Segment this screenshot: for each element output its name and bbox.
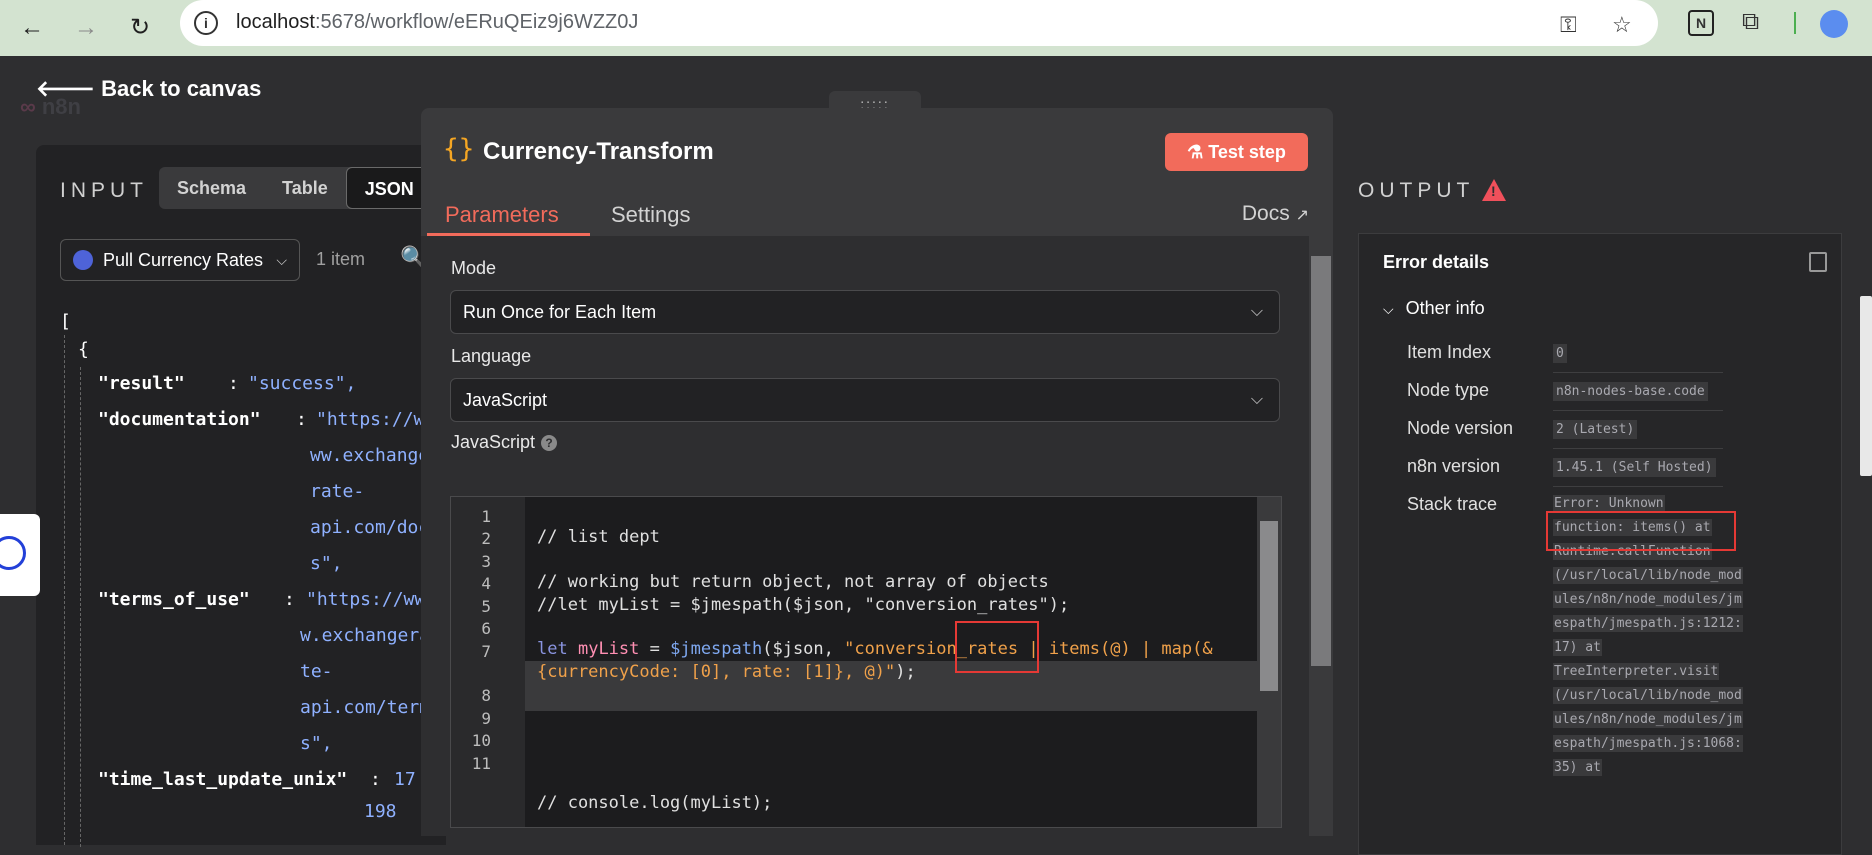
line-number: 9 (481, 709, 491, 728)
code-line: // working but return object, not array … (537, 572, 1049, 592)
language-value: JavaScript (463, 390, 548, 410)
reload-icon[interactable]: ↻ (122, 10, 158, 46)
editor-scrollbar[interactable] (1257, 497, 1281, 827)
input-panel: INPUT Schema Table JSON Pull Currency Ra… (36, 145, 446, 847)
output-panel: OUTPUT ! Error details ⌵ Other info Item … (1332, 145, 1872, 855)
error-details-box: Error details ⌵ Other info Item Index 0 N… (1358, 233, 1842, 855)
node-version-value: 2 (Latest) (1553, 420, 1638, 439)
language-label: Language (451, 346, 532, 366)
warning-icon: ! (1482, 179, 1506, 201)
mode-label: Mode (451, 258, 497, 278)
line-number: 7 (481, 642, 491, 661)
stack-trace-line: espath/jmespath.js:1212: (1553, 615, 1743, 632)
modal-tabs: Parameters Settings Docs ↗ (421, 180, 1333, 237)
line-number: 6 (481, 619, 491, 638)
node-type-label: Node type (1407, 380, 1490, 400)
input-node-select[interactable]: Pull Currency Rates ⌵ (60, 239, 300, 281)
flask-icon: ⚗ (1187, 142, 1204, 162)
chevron-down-icon: ⌵ (276, 252, 287, 268)
tab-json[interactable]: JSON (345, 167, 433, 209)
node-type-value: n8n-nodes-base.code (1553, 382, 1708, 401)
site-info-icon[interactable]: i (194, 11, 218, 35)
key-icon[interactable]: ⚿ (1560, 12, 1577, 38)
code-label: JavaScript? (451, 432, 558, 453)
stack-trace-label: Stack trace (1407, 494, 1498, 514)
tab-table[interactable]: Table (264, 167, 346, 209)
parameters-body: Mode Run Once for Each Item ⌵ Language J… (421, 236, 1333, 836)
stack-trace-line: Error: Unknown (1553, 495, 1665, 512)
modal-scrollbar[interactable] (1309, 236, 1333, 836)
browser-toolbar: ← → ↻ i localhost:5678/workflow/eERuQEiz… (0, 0, 1872, 56)
stack-trace-line: espath/jmespath.js:1068: (1553, 735, 1743, 752)
stack-trace-line: 17) at (1553, 639, 1602, 656)
line-number: 2 (481, 529, 491, 548)
line-number: 10 (471, 731, 491, 750)
mode-select[interactable]: Run Once for Each Item ⌵ (450, 290, 1280, 334)
tab-schema[interactable]: Schema (159, 167, 264, 209)
language-select[interactable]: JavaScript ⌵ (450, 378, 1280, 422)
forward-arrow-icon[interactable]: → (68, 10, 104, 46)
profile-avatar[interactable] (1820, 10, 1848, 38)
line-number: 11 (471, 754, 491, 773)
code-line: // list dept (537, 527, 660, 547)
help-icon[interactable]: ? (541, 435, 558, 451)
stack-trace-line: (/usr/local/lib/node_mod (1553, 687, 1743, 704)
other-info-toggle[interactable]: ⌵ Other info (1383, 298, 1485, 319)
item-index-label: Item Index (1407, 342, 1492, 362)
item-index-value: 0 (1553, 344, 1567, 363)
back-to-canvas-link[interactable]: 🡐 Back to canvas (36, 76, 261, 102)
stack-trace-line: TreeInterpreter.visit (1553, 663, 1720, 680)
view-tabs: Schema Table JSON (159, 167, 433, 209)
url-text: localhost:5678/workflow/eERuQEiz9j6WZZ0J (236, 11, 639, 33)
n8n-version-label: n8n version (1407, 456, 1501, 476)
back-arrow-icon[interactable]: ← (14, 10, 50, 46)
extensions-puzzle-icon[interactable]: ⧉ (1742, 8, 1759, 36)
notion-extension-icon[interactable]: N (1688, 10, 1714, 36)
stack-trace-line: ules/n8n/node_modules/jm (1553, 711, 1743, 728)
line-number: 1 (481, 507, 491, 526)
line-number: 5 (481, 597, 491, 616)
items-count: 1 item (316, 249, 366, 269)
globe-floating-button[interactable] (0, 514, 40, 596)
code-editor[interactable]: 1 2 3 4 5 6 7 8 9 10 11 // list dept // … (450, 496, 1282, 828)
chevron-down-icon: ⌵ (1383, 301, 1394, 317)
chevron-down-icon: ⌵ (1250, 391, 1263, 408)
line-number: 8 (481, 686, 491, 705)
stack-trace-line: ules/n8n/node_modules/jm (1553, 591, 1743, 608)
highlight-box (955, 621, 1039, 673)
code-line: //let myList = $jmespath($json, "convers… (537, 595, 1070, 615)
stack-trace-line: 35) at (1553, 759, 1602, 776)
n8n-version-value: 1.45.1 (Self Hosted) (1553, 458, 1716, 477)
copy-icon[interactable] (1809, 252, 1827, 272)
stack-trace-line: (/usr/local/lib/node_mod (1553, 567, 1743, 584)
address-bar[interactable]: i localhost:5678/workflow/eERuQEiz9j6WZZ… (180, 0, 1658, 46)
test-step-button[interactable]: ⚗ Test step (1165, 133, 1308, 171)
tab-parameters[interactable]: Parameters (445, 202, 559, 228)
chevron-down-icon: ⌵ (1250, 303, 1263, 320)
input-title: INPUT (60, 179, 148, 202)
tab-settings[interactable]: Settings (611, 202, 691, 228)
docs-link[interactable]: Docs ↗ (1242, 202, 1309, 226)
node-modal: {} Currency-Transform ⚗ Test step Parame… (421, 108, 1333, 836)
globe-icon (73, 250, 93, 270)
line-gutter: 1 2 3 4 5 6 7 8 9 10 11 (451, 497, 525, 827)
toolbar-divider (1794, 12, 1796, 34)
star-icon[interactable]: ☆ (1612, 12, 1632, 38)
code-line: // console.log(myList); (537, 793, 773, 813)
code-line: {currencyCode: [0], rate: [1]}, @)"); (537, 662, 916, 682)
node-version-label: Node version (1407, 418, 1514, 438)
output-scrollbar[interactable] (1860, 296, 1872, 476)
node-title[interactable]: Currency-Transform (483, 138, 714, 166)
globe-icon (0, 536, 26, 570)
node-select-label: Pull Currency Rates (103, 250, 264, 270)
mode-value: Run Once for Each Item (463, 302, 657, 322)
highlight-box (1546, 511, 1736, 551)
error-details-title: Error details (1383, 252, 1490, 272)
code-line: let myList = $jmespath($json, "conversio… (537, 639, 1213, 659)
line-number: 4 (481, 574, 491, 593)
code-braces-icon: {} (443, 134, 475, 164)
line-number: 3 (481, 552, 491, 571)
output-title: OUTPUT (1358, 179, 1475, 202)
external-link-icon: ↗ (1295, 207, 1309, 224)
